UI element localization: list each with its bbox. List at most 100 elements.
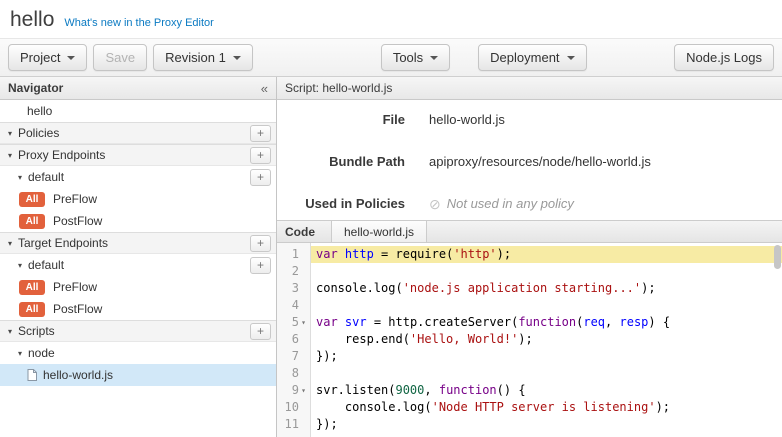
line-number[interactable]: 3: [277, 280, 310, 297]
script-panel-title: Script: hello-world.js: [285, 81, 392, 95]
code-line[interactable]: var http = require('http');: [311, 246, 782, 263]
line-number[interactable]: 10: [277, 399, 310, 416]
bundle-path-field-label: Bundle Path: [277, 154, 405, 170]
fold-arrow-icon[interactable]: ▾: [299, 314, 308, 331]
section-policies-label: Policies: [18, 126, 59, 140]
proxy-editor-app: hello What's new in the Proxy Editor Pro…: [0, 0, 782, 437]
bundle-path-field-value: apiproxy/resources/node/hello-world.js: [429, 154, 651, 170]
proxy-endpoint-default-label: default: [28, 170, 64, 184]
deployment-menu-button[interactable]: Deployment: [478, 44, 586, 71]
line-number[interactable]: 11: [277, 416, 310, 433]
code-line[interactable]: [311, 297, 782, 314]
nodejs-logs-label: Node.js Logs: [686, 50, 762, 65]
tree-item-proxy-preflow[interactable]: All PreFlow: [0, 188, 276, 210]
line-number[interactable]: 7: [277, 348, 310, 365]
navigator-panel: Navigator « hello ▾ Policies + ▾ Proxy E…: [0, 77, 277, 437]
tree-item-target-endpoint-default[interactable]: ▾ default +: [0, 254, 276, 276]
tree-item-node-folder[interactable]: ▾ node: [0, 342, 276, 364]
add-policy-button[interactable]: +: [250, 125, 271, 142]
add-target-endpoint-button[interactable]: +: [250, 235, 271, 252]
add-target-flow-button[interactable]: +: [250, 257, 271, 274]
disclosure-triangle-icon[interactable]: ▾: [8, 327, 18, 336]
project-menu-button[interactable]: Project: [8, 44, 87, 71]
code-gutter: 12345▾6789▾1011: [277, 243, 311, 437]
tools-menu-button[interactable]: Tools: [381, 44, 450, 71]
save-button[interactable]: Save: [93, 44, 147, 71]
tree-section-proxy-endpoints[interactable]: ▾ Proxy Endpoints +: [0, 144, 276, 166]
not-used-text: Not used in any policy: [447, 196, 574, 212]
navigator-title: Navigator: [8, 81, 63, 95]
script-panel-header: Script: hello-world.js: [277, 77, 782, 100]
line-number[interactable]: 9▾: [277, 382, 310, 399]
bundle-path-field-row: Bundle Path apiproxy/resources/node/hell…: [277, 154, 782, 170]
deployment-menu-label: Deployment: [490, 50, 559, 65]
code-line[interactable]: [311, 263, 782, 280]
unlink-icon: ⊘: [429, 197, 441, 211]
tree-section-scripts[interactable]: ▾ Scripts +: [0, 320, 276, 342]
used-in-policies-field-value: ⊘ Not used in any policy: [429, 196, 574, 212]
fold-arrow-icon[interactable]: ▾: [299, 382, 308, 399]
target-endpoint-default-label: default: [28, 258, 64, 272]
file-field-row: File hello-world.js: [277, 112, 782, 128]
condition-badge: All: [19, 214, 45, 229]
line-number[interactable]: 6: [277, 331, 310, 348]
code-section-label: Code: [285, 225, 315, 239]
code-header: Code hello-world.js: [277, 220, 782, 243]
target-postflow-label: PostFlow: [53, 302, 102, 316]
toolbar: Project Save Revision 1 Tools Deployment…: [0, 38, 782, 77]
proxy-root-label: hello: [27, 104, 52, 118]
code-tab-hello-world-js[interactable]: hello-world.js: [331, 221, 427, 242]
code-line[interactable]: console.log('Node HTTP server is listeni…: [311, 399, 782, 416]
page-header: hello What's new in the Proxy Editor: [0, 0, 782, 38]
node-folder-label: node: [28, 346, 55, 360]
disclosure-triangle-icon[interactable]: ▾: [18, 349, 28, 358]
code-line[interactable]: });: [311, 348, 782, 365]
code-line[interactable]: });: [311, 416, 782, 433]
tree-item-hello-world-js[interactable]: hello-world.js: [0, 364, 276, 386]
tree-item-target-postflow[interactable]: All PostFlow: [0, 298, 276, 320]
revision-menu-button[interactable]: Revision 1: [153, 44, 253, 71]
disclosure-triangle-icon[interactable]: ▾: [18, 173, 28, 182]
tree-item-proxy-root[interactable]: hello: [0, 100, 276, 122]
disclosure-triangle-icon[interactable]: ▾: [8, 151, 18, 160]
revision-menu-label: Revision 1: [165, 50, 226, 65]
line-number[interactable]: 4: [277, 297, 310, 314]
target-preflow-label: PreFlow: [53, 280, 97, 294]
code-line[interactable]: var svr = http.createServer(function(req…: [311, 314, 782, 331]
tree-section-policies[interactable]: ▾ Policies +: [0, 122, 276, 144]
disclosure-triangle-icon[interactable]: ▾: [8, 129, 18, 138]
scrollbar-thumb[interactable]: [774, 245, 781, 269]
whats-new-link[interactable]: What's new in the Proxy Editor: [64, 17, 213, 29]
code-line[interactable]: svr.listen(9000, function() {: [311, 382, 782, 399]
line-number[interactable]: 1: [277, 246, 310, 263]
section-proxy-endpoints-label: Proxy Endpoints: [18, 148, 105, 162]
add-proxy-flow-button[interactable]: +: [250, 169, 271, 186]
tree-item-proxy-endpoint-default[interactable]: ▾ default +: [0, 166, 276, 188]
script-meta-form: File hello-world.js Bundle Path apiproxy…: [277, 100, 782, 220]
disclosure-triangle-icon[interactable]: ▾: [18, 261, 28, 270]
file-icon: [27, 369, 37, 381]
code-line[interactable]: console.log('node.js application startin…: [311, 280, 782, 297]
content-area: Navigator « hello ▾ Policies + ▾ Proxy E…: [0, 77, 782, 437]
tree-item-target-preflow[interactable]: All PreFlow: [0, 276, 276, 298]
used-in-policies-field-label: Used in Policies: [277, 196, 405, 212]
caret-down-icon: [567, 56, 575, 60]
nodejs-logs-button[interactable]: Node.js Logs: [674, 44, 774, 71]
condition-badge: All: [19, 302, 45, 317]
used-in-policies-field-row: Used in Policies ⊘ Not used in any polic…: [277, 196, 782, 212]
code-editor[interactable]: 12345▾6789▾1011 var http = require('http…: [277, 243, 782, 437]
condition-badge: All: [19, 280, 45, 295]
add-proxy-endpoint-button[interactable]: +: [250, 147, 271, 164]
code-line[interactable]: resp.end('Hello, World!');: [311, 331, 782, 348]
add-script-button[interactable]: +: [250, 323, 271, 340]
code-line[interactable]: [311, 365, 782, 382]
line-number[interactable]: 2: [277, 263, 310, 280]
tree-section-target-endpoints[interactable]: ▾ Target Endpoints +: [0, 232, 276, 254]
collapse-panel-icon[interactable]: «: [261, 81, 268, 96]
section-scripts-label: Scripts: [18, 324, 55, 338]
code-lines[interactable]: var http = require('http'); console.log(…: [311, 243, 782, 437]
disclosure-triangle-icon[interactable]: ▾: [8, 239, 18, 248]
tree-item-proxy-postflow[interactable]: All PostFlow: [0, 210, 276, 232]
line-number[interactable]: 8: [277, 365, 310, 382]
line-number[interactable]: 5▾: [277, 314, 310, 331]
